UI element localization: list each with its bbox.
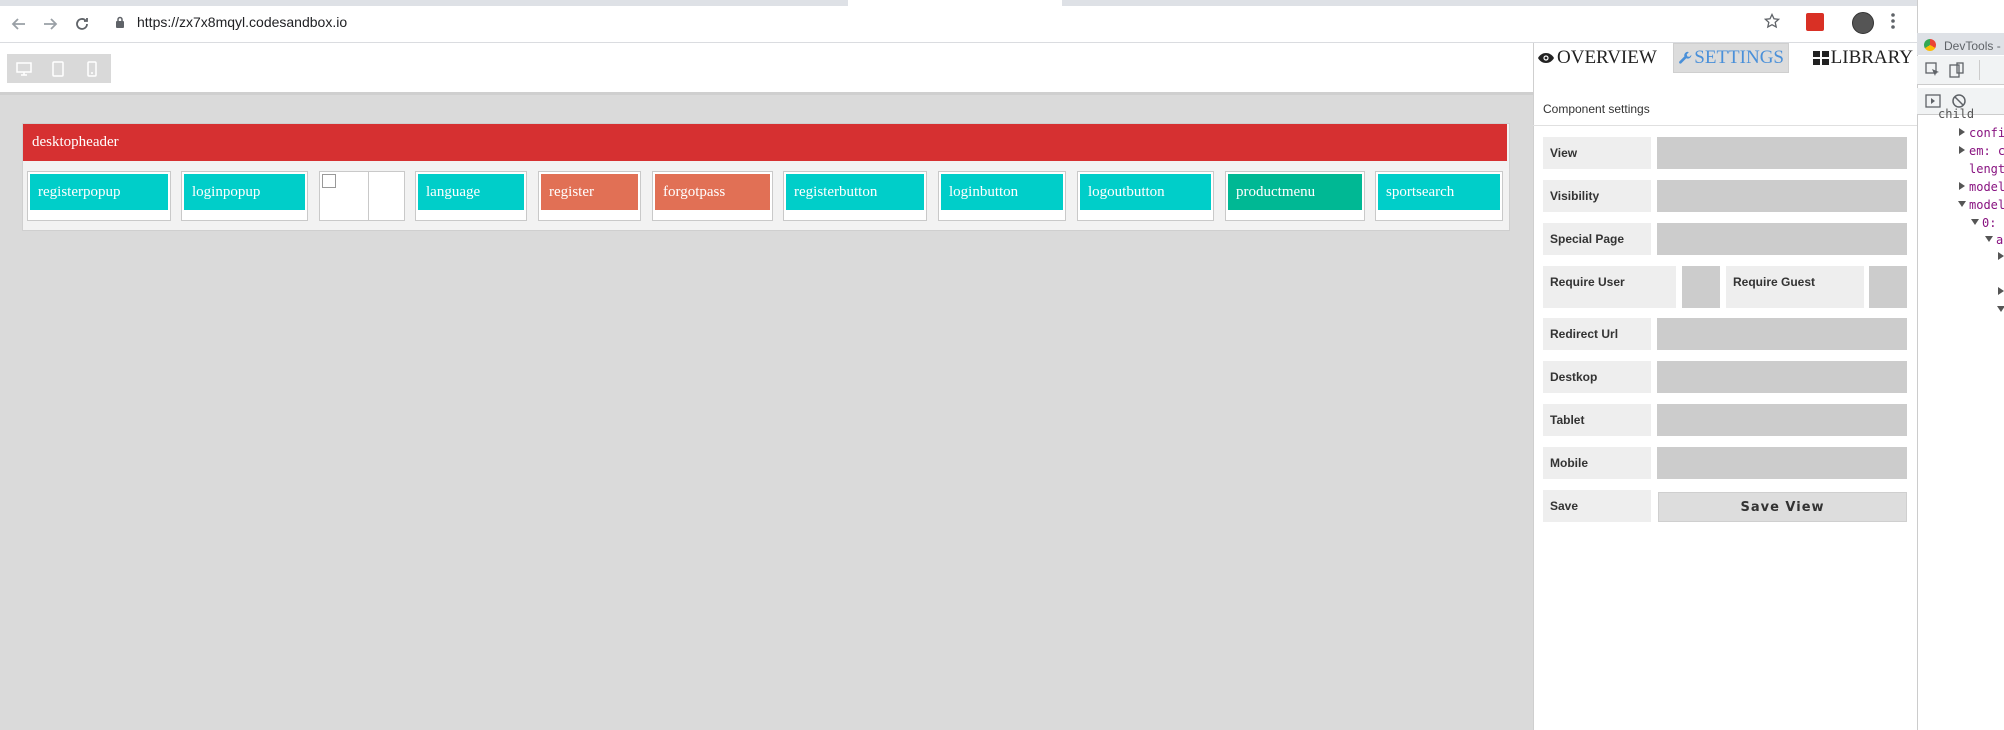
arrow-right-icon: [44, 18, 58, 30]
component-loginpopup[interactable]: loginpopup: [181, 171, 308, 221]
editor-topbar: [0, 43, 1533, 95]
inspect-icon[interactable]: [1925, 62, 1941, 78]
special-page-field[interactable]: [1657, 223, 1907, 255]
save-view-button[interactable]: Save View: [1658, 492, 1907, 522]
require-guest-label: Require Guest: [1726, 266, 1864, 308]
mobile-icon: [87, 60, 97, 77]
devtools-line: model: [1969, 180, 2004, 194]
divider: [1533, 125, 1917, 126]
divider: [1979, 60, 1980, 80]
desktop-icon: [16, 61, 32, 76]
component-logoutbutton[interactable]: logoutbutton: [1077, 171, 1214, 221]
devtools-line: 0:: [1982, 216, 1997, 230]
devtools-line: model: [1969, 198, 2004, 212]
tab-settings-label: SETTINGS: [1694, 47, 1784, 68]
expand-triangle-icon[interactable]: [1959, 182, 1965, 190]
component-label: language: [418, 174, 524, 210]
tab-overview[interactable]: OVERVIEW: [1533, 43, 1673, 73]
tab-settings[interactable]: SETTINGS: [1673, 43, 1789, 73]
component-label: productmenu: [1228, 174, 1362, 210]
component-label: loginpopup: [184, 174, 305, 210]
forward-button[interactable]: [38, 12, 62, 36]
component-label: registerpopup: [30, 174, 168, 210]
component-label: registerbutton: [786, 174, 924, 210]
component-image[interactable]: [319, 171, 405, 221]
kebab-menu-icon[interactable]: [1890, 12, 1896, 35]
special-page-label: Special Page: [1543, 223, 1651, 255]
panel-title: Component settings: [1543, 102, 1650, 116]
expand-triangle-icon[interactable]: [1959, 146, 1965, 154]
lock-icon[interactable]: [115, 15, 125, 33]
profile-avatar[interactable]: [1852, 12, 1874, 34]
device-switcher: [7, 54, 111, 83]
require-user-label: Require User: [1543, 266, 1676, 308]
component-loginbutton[interactable]: loginbutton: [938, 171, 1066, 221]
tab-library-label: LIBRARY: [1830, 47, 1913, 68]
eye-icon: [1538, 53, 1554, 63]
desktop-field[interactable]: [1657, 361, 1907, 393]
desktop-view-button[interactable]: [7, 54, 41, 83]
arrow-left-icon: [11, 18, 25, 30]
component-label: logoutbutton: [1080, 174, 1211, 210]
tablet-icon: [52, 60, 64, 77]
component-sportsearch[interactable]: sportsearch: [1375, 171, 1503, 221]
visibility-field[interactable]: [1657, 180, 1907, 212]
panel-tabs: OVERVIEW SETTINGS LIBRARY: [1533, 43, 1917, 75]
expand-triangle-icon[interactable]: [1998, 287, 2004, 295]
chrome-icon: [1924, 39, 1936, 51]
mobile-label: Mobile: [1543, 447, 1651, 479]
grid-icon: [1812, 51, 1829, 65]
tab-library[interactable]: LIBRARY: [1789, 43, 1917, 73]
tablet-view-button[interactable]: [41, 54, 75, 83]
divider: [368, 172, 369, 220]
tablet-label: Tablet: [1543, 404, 1651, 436]
component-label: loginbutton: [941, 174, 1063, 210]
require-user-field[interactable]: [1682, 266, 1720, 308]
view-label: View: [1543, 137, 1651, 169]
back-button[interactable]: [7, 12, 31, 36]
view-field[interactable]: [1657, 137, 1907, 169]
component-register[interactable]: register: [538, 171, 641, 221]
devtools-line: child: [1938, 107, 1975, 121]
save-label: Save: [1543, 490, 1651, 522]
wrench-icon: [1679, 51, 1692, 64]
address-bar-url[interactable]: https://zx7x8mqyl.codesandbox.io: [137, 14, 347, 30]
device-toggle-icon[interactable]: [1949, 62, 1965, 78]
collapse-triangle-icon[interactable]: [1985, 236, 1993, 242]
redirect-url-label: Redirect Url: [1543, 318, 1651, 350]
bookmark-star-icon[interactable]: [1763, 12, 1781, 34]
devtools-line: a: [1996, 233, 2004, 247]
component-productmenu[interactable]: productmenu: [1225, 171, 1365, 221]
require-guest-field[interactable]: [1869, 266, 1907, 308]
expand-triangle-icon[interactable]: [1998, 252, 2004, 260]
mobile-view-button[interactable]: [75, 54, 109, 83]
component-registerbutton[interactable]: registerbutton: [783, 171, 927, 221]
devtools-toolbar: [1917, 56, 2004, 85]
component-forgotpass[interactable]: forgotpass: [652, 171, 773, 221]
component-language[interactable]: language: [415, 171, 527, 221]
redirect-url-field[interactable]: [1657, 318, 1907, 350]
component-registerpopup[interactable]: registerpopup: [27, 171, 171, 221]
expand-triangle-icon[interactable]: [1959, 128, 1965, 136]
devtools-line: confi: [1969, 126, 2004, 140]
collapse-triangle-icon[interactable]: [1971, 219, 1979, 225]
reload-button[interactable]: [70, 12, 94, 36]
tab-overview-label: OVERVIEW: [1557, 47, 1657, 68]
desktopheader-component[interactable]: desktopheader: [23, 124, 1507, 161]
component-label: forgotpass: [655, 174, 770, 210]
devtools-line: lengt: [1969, 162, 2004, 176]
visibility-label: Visibility: [1543, 180, 1651, 212]
devtools-line: em: c: [1969, 144, 2004, 158]
mobile-field[interactable]: [1657, 447, 1907, 479]
component-label: register: [541, 174, 638, 210]
extension-icon[interactable]: [1806, 13, 1824, 31]
component-label: sportsearch: [1378, 174, 1500, 210]
broken-image-icon: [322, 174, 336, 188]
collapse-triangle-icon[interactable]: [1997, 306, 2004, 312]
tablet-field[interactable]: [1657, 404, 1907, 436]
reload-icon: [76, 18, 88, 30]
desktop-label: Destkop: [1543, 361, 1651, 393]
collapse-triangle-icon[interactable]: [1958, 201, 1966, 207]
devtools-title: DevTools -: [1944, 39, 2001, 53]
